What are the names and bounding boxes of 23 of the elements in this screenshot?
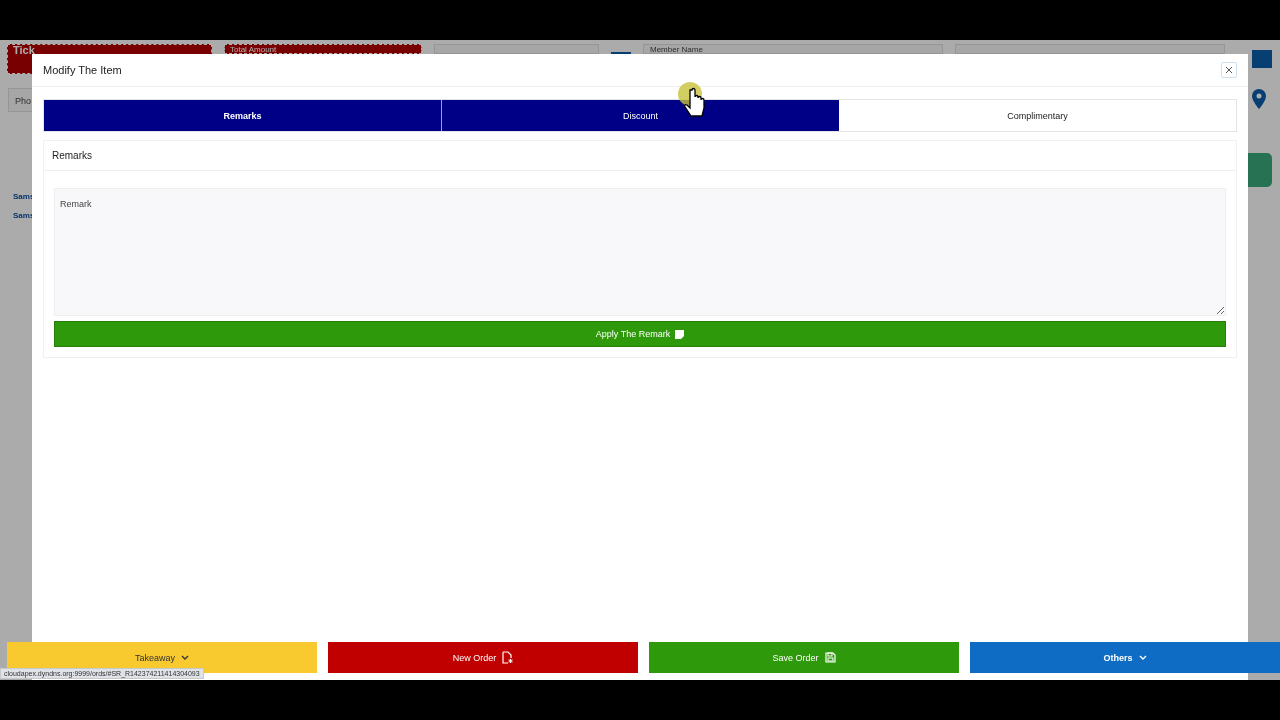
text-field[interactable]: [434, 44, 599, 54]
chevron-down-icon: [1138, 654, 1147, 661]
tab[interactable]: Remarks: [44, 100, 441, 131]
close-button[interactable]: [1221, 62, 1237, 78]
note-icon: [675, 329, 685, 339]
save-icon: [824, 652, 836, 663]
apply-remark-button[interactable]: Apply The Remark: [54, 321, 1226, 347]
action-button[interactable]: Save Order: [649, 642, 959, 673]
chevron-down-icon: [181, 654, 189, 661]
action-button[interactable]: Others: [970, 642, 1280, 673]
remark-field[interactable]: Remark: [54, 188, 1226, 316]
phone-field[interactable]: Pho: [8, 88, 32, 112]
action-button[interactable]: New Order: [328, 642, 638, 673]
dialog-title: Modify The Item: [43, 64, 122, 76]
total-amount-label: Total Amount: [224, 44, 422, 54]
location-pin-icon: [1252, 89, 1266, 109]
member-name-field[interactable]: Member Name: [643, 44, 943, 54]
text-field[interactable]: [955, 44, 1225, 54]
tab[interactable]: Discount: [441, 100, 839, 131]
new-file-icon: [502, 651, 514, 664]
section-title: Remarks: [44, 141, 1236, 171]
search-button[interactable]: [1252, 50, 1272, 68]
close-icon: [1225, 66, 1233, 74]
